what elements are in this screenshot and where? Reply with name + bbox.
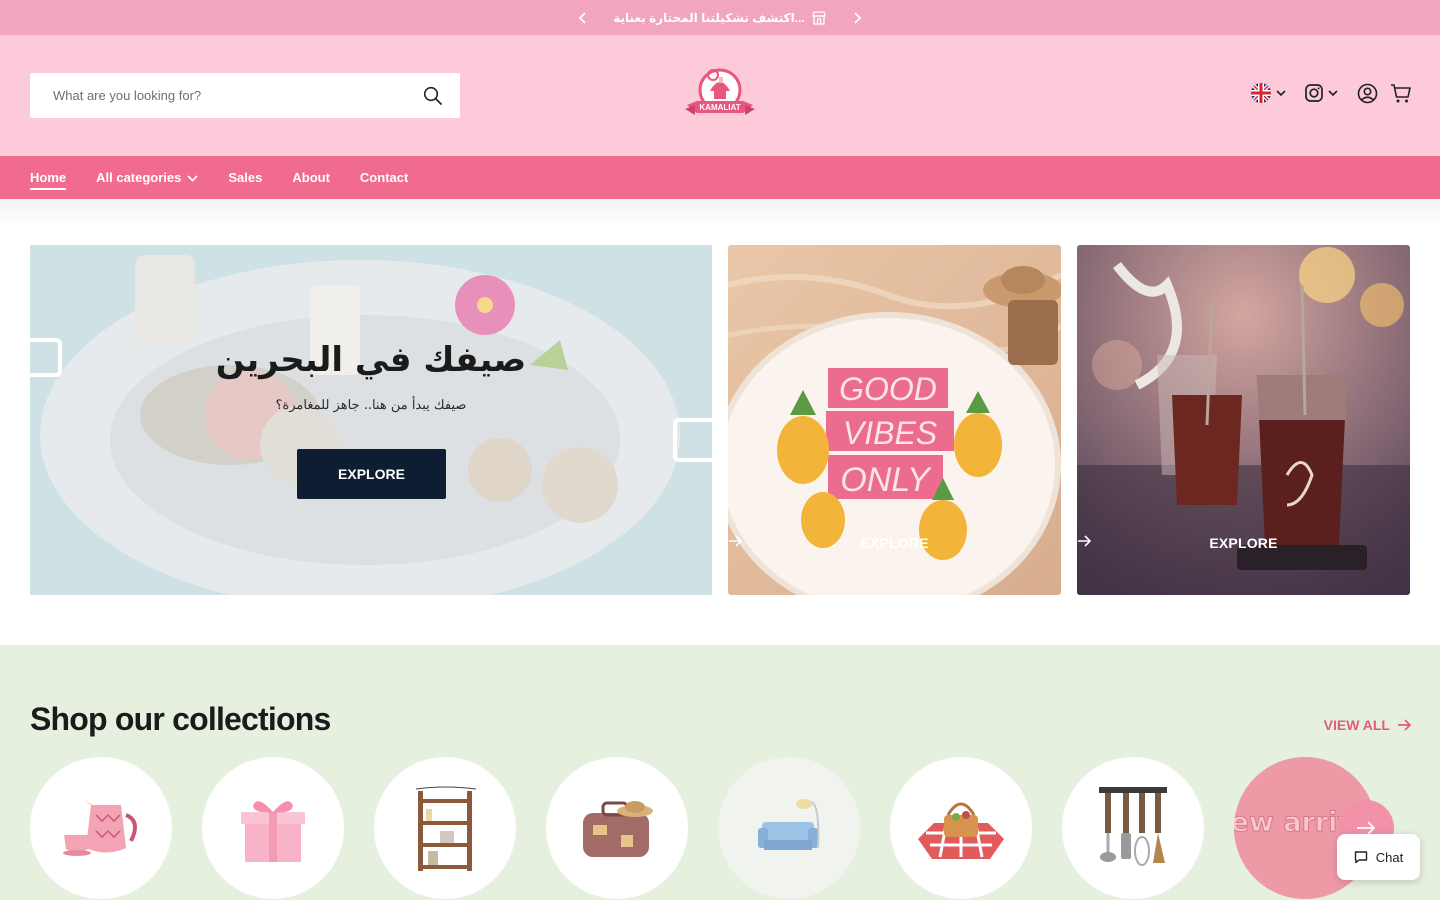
nav-item-about[interactable]: About bbox=[292, 166, 330, 189]
chat-button[interactable]: Chat bbox=[1337, 834, 1420, 880]
nav-item-label: Sales bbox=[228, 170, 263, 185]
chevron-left-icon bbox=[578, 11, 586, 24]
store-icon bbox=[811, 10, 826, 25]
collection-shelves[interactable] bbox=[374, 757, 516, 899]
nav-item-contact[interactable]: Contact bbox=[360, 166, 408, 189]
collection-travel[interactable] bbox=[546, 757, 688, 899]
header-actions bbox=[1251, 82, 1412, 104]
hero-card-tea-glasses[interactable]: EXPLORE bbox=[1077, 245, 1410, 595]
collection-furniture[interactable] bbox=[718, 757, 860, 899]
announcement-next-button[interactable] bbox=[845, 6, 869, 30]
search-icon bbox=[423, 86, 443, 105]
instagram-icon bbox=[1305, 84, 1323, 102]
collection-teapot-set[interactable] bbox=[30, 757, 172, 899]
chevron-right-icon bbox=[854, 11, 862, 24]
towel-text-only: ONLY bbox=[840, 461, 932, 499]
view-all-label: VIEW ALL bbox=[1323, 717, 1390, 733]
site-logo[interactable]: KAMALIAT bbox=[683, 65, 757, 123]
view-all-link[interactable]: VIEW ALL bbox=[1324, 717, 1412, 733]
card1-explore-label: EXPLORE bbox=[860, 535, 929, 551]
picnic-basket-icon bbox=[918, 802, 1004, 859]
teapot-icon bbox=[63, 799, 137, 856]
collections-title: Shop our collections bbox=[30, 701, 331, 737]
gift-box-icon bbox=[241, 801, 305, 862]
arrow-right-icon bbox=[1357, 821, 1376, 835]
nav-item-label: About bbox=[292, 170, 330, 185]
kamaliat-logo: KAMALIAT bbox=[685, 68, 755, 115]
collections-section: Shop our collections VIEW ALL ew arri bbox=[0, 645, 1440, 900]
towel-text-good: GOOD bbox=[839, 371, 937, 407]
announcement-prev-button[interactable] bbox=[571, 6, 595, 30]
arrow-right-icon bbox=[1398, 719, 1412, 731]
chevron-down-icon bbox=[1328, 90, 1338, 97]
chat-icon bbox=[1354, 851, 1367, 864]
shelf-icon bbox=[415, 786, 477, 871]
nav-shadow bbox=[0, 199, 1440, 229]
kitchen-utensils-icon bbox=[1099, 787, 1167, 866]
sofa-icon bbox=[758, 798, 820, 850]
search-input[interactable] bbox=[53, 88, 422, 103]
site-header: KAMALIAT bbox=[0, 35, 1440, 156]
arrow-right-icon bbox=[729, 535, 743, 547]
language-selector[interactable] bbox=[1251, 83, 1286, 103]
logo-text: KAMALIAT bbox=[699, 103, 740, 112]
announcement-bar: ...اكتشف تشكيلتنا المختارة بعناية bbox=[0, 0, 1440, 35]
hero-explore-button[interactable]: EXPLORE bbox=[297, 449, 446, 499]
hero-subtitle: صيفك يبدأ من هنا.. جاهز للمغامرة؟ bbox=[275, 398, 467, 413]
search-bar bbox=[30, 73, 460, 118]
announcement-text: ...اكتشف تشكيلتنا المختارة بعناية bbox=[613, 10, 805, 25]
nav-item-all-categories[interactable]: All categories bbox=[96, 166, 198, 189]
collection-gifts[interactable] bbox=[202, 757, 344, 899]
collections-carousel: new arrivals bbox=[30, 757, 1376, 899]
cart-icon bbox=[1391, 83, 1411, 102]
collection-kitchen[interactable] bbox=[1062, 757, 1204, 899]
main-nav: Home All categories Sales About Contact bbox=[0, 156, 1440, 199]
nav-item-label: All categories bbox=[96, 170, 182, 185]
nav-item-label: Home bbox=[30, 169, 67, 185]
chat-label: Chat bbox=[1375, 849, 1404, 865]
chevron-down-icon bbox=[1276, 90, 1286, 97]
nav-item-label: Contact bbox=[359, 170, 409, 185]
card1-explore-link[interactable]: EXPLORE bbox=[728, 535, 1061, 551]
social-selector[interactable] bbox=[1304, 83, 1338, 103]
hero-text-block: صيفك في البحرين صيفك يبدأ من هنا.. جاهز … bbox=[30, 340, 712, 413]
hero-main-banner[interactable]: صيفك في البحرين صيفك يبدأ من هنا.. جاهز … bbox=[30, 245, 712, 595]
announcement-message[interactable]: ...اكتشف تشكيلتنا المختارة بعناية bbox=[613, 10, 826, 26]
towel-text-vibes: VIBES bbox=[843, 415, 937, 451]
collection-picnic[interactable] bbox=[890, 757, 1032, 899]
arrow-right-icon bbox=[1078, 535, 1092, 547]
cart-button[interactable] bbox=[1390, 82, 1412, 104]
hero-card-beach-towel[interactable]: GOOD VIBES ONLY EXPLORE bbox=[728, 245, 1061, 595]
chevron-down-icon bbox=[187, 174, 198, 182]
user-circle-icon bbox=[1357, 83, 1377, 103]
hero-title: صيفك في البحرين bbox=[215, 340, 527, 380]
nav-item-home[interactable]: Home bbox=[30, 166, 67, 190]
card2-explore-label: EXPLORE bbox=[1209, 535, 1278, 551]
account-button[interactable] bbox=[1356, 82, 1378, 104]
nav-item-sales[interactable]: Sales bbox=[228, 166, 262, 189]
card2-explore-link[interactable]: EXPLORE bbox=[1077, 535, 1410, 551]
search-button[interactable] bbox=[422, 85, 444, 107]
uk-flag-icon bbox=[1251, 83, 1271, 103]
suitcase-icon bbox=[583, 801, 653, 857]
pool-float-image bbox=[30, 245, 712, 595]
